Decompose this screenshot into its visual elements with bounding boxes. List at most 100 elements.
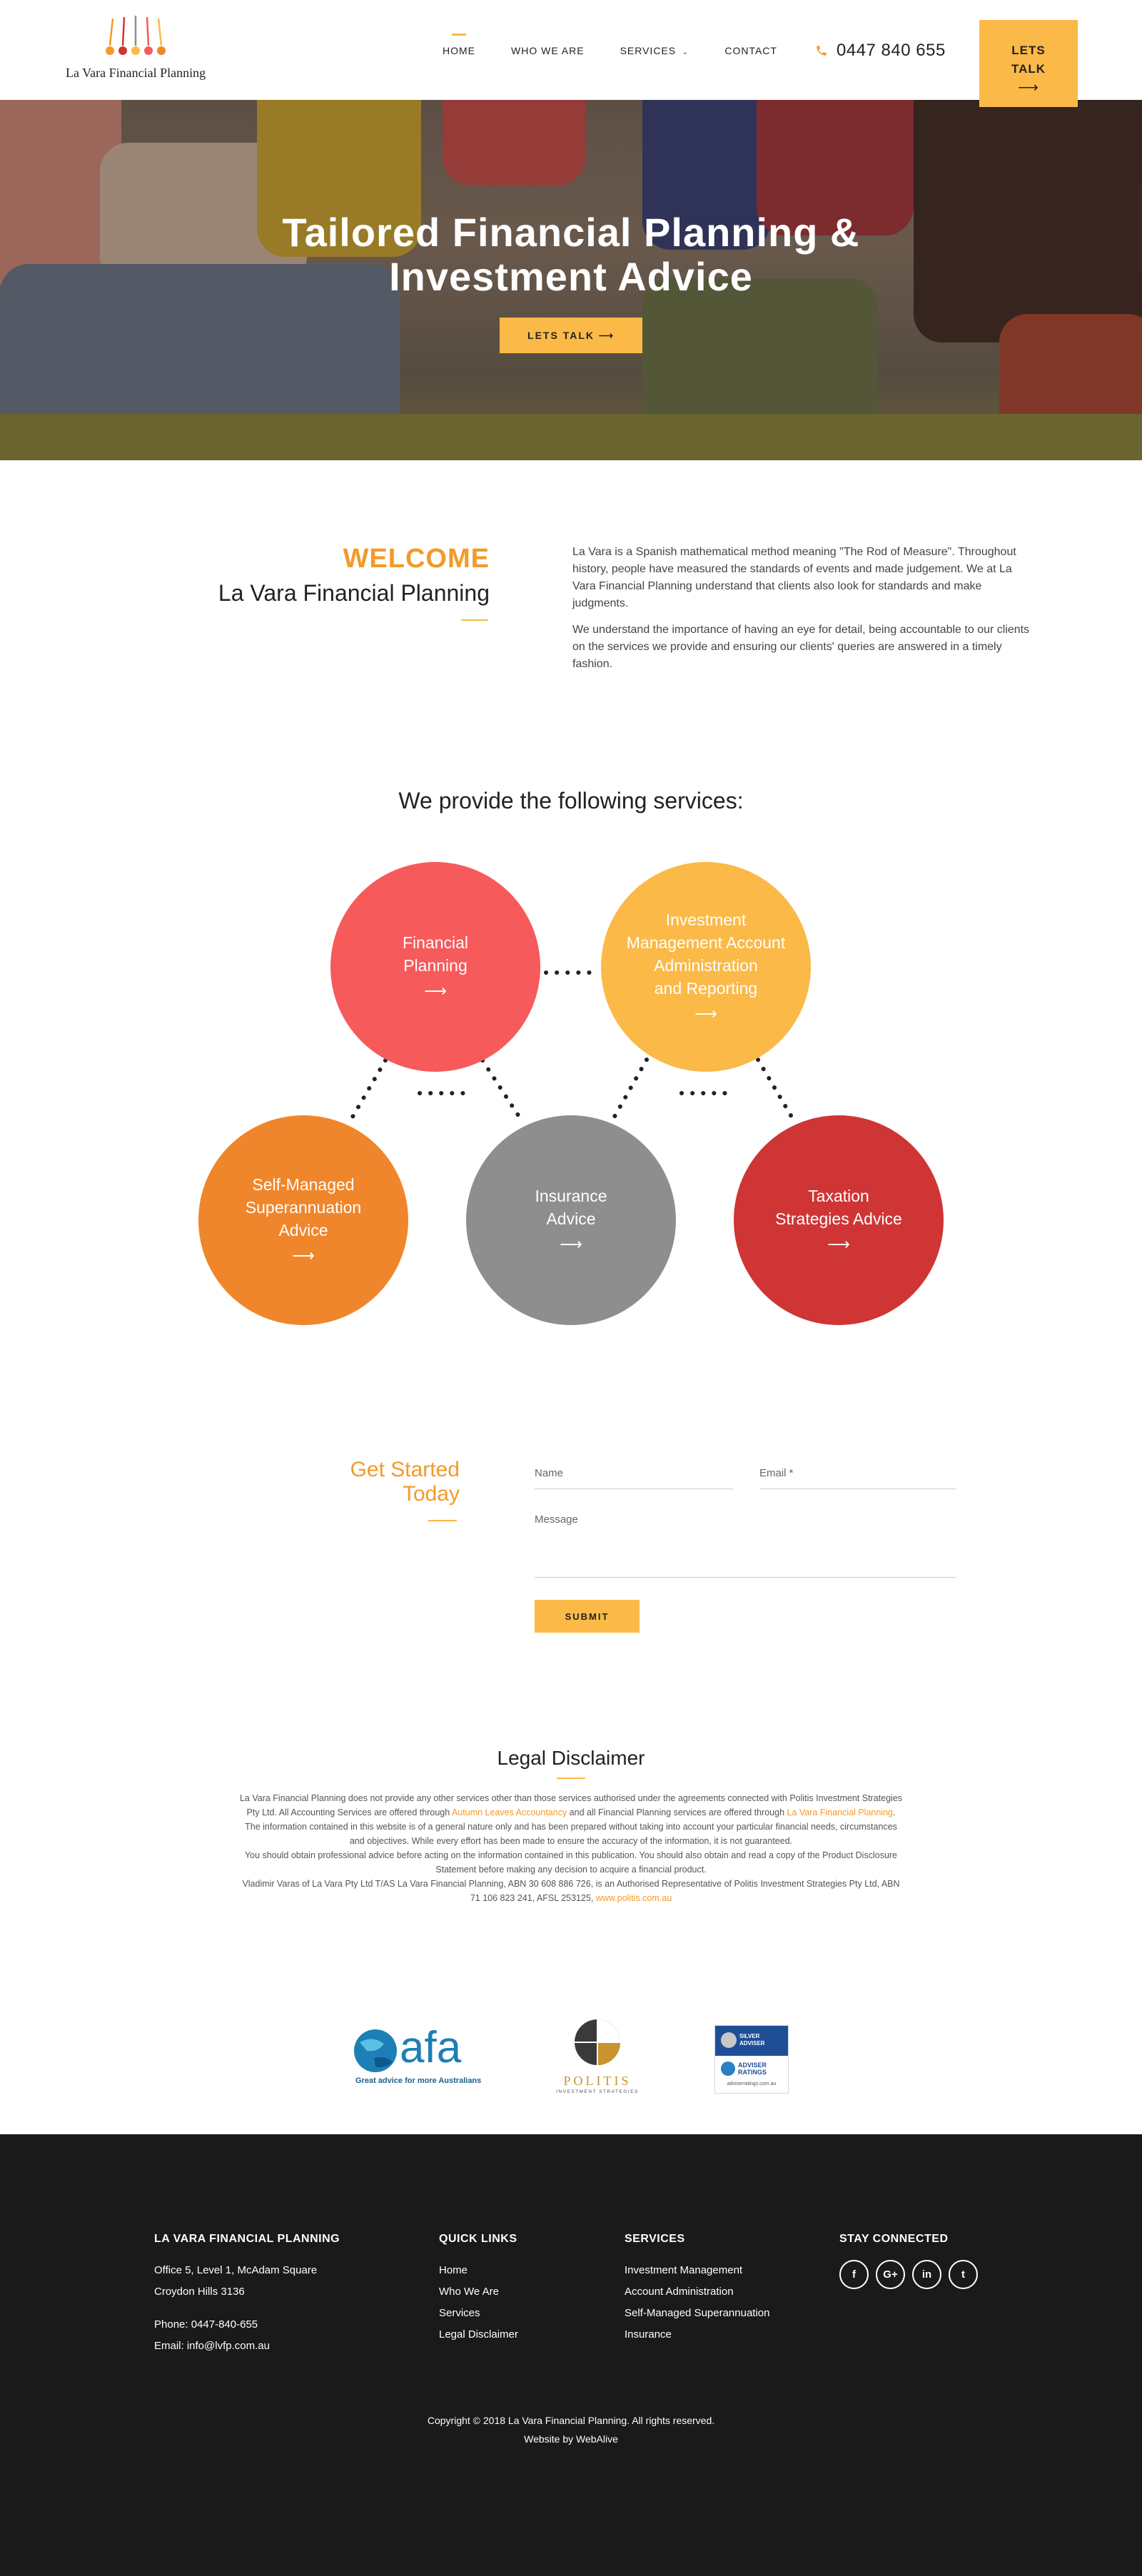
service-label: Investment Management Account Administra… [626,911,786,998]
welcome-divider [461,619,488,621]
legal-text-span: Pty Ltd. All Accounting Services are off… [246,1807,452,1817]
footer-services-heading: SERVICES [625,2233,685,2245]
footer-quick-links-heading: QUICK LINKS [439,2233,517,2245]
legal-line: Pty Ltd. All Accounting Services are off… [211,1805,931,1820]
arrow-right-icon: ⟶ [292,1247,315,1264]
legal-line: and objectives. While every effort has b… [349,1836,793,1846]
welcome-text: La Vara is a Spanish mathematical method… [572,544,1036,682]
legal-text-span: . [892,1807,896,1817]
adviser-ratings-icon [721,2062,735,2076]
site-footer: LA VARA FINANCIAL PLANNING Office 5, Lev… [0,2134,1142,2576]
phone-icon [817,46,827,56]
footer-quick-links: QUICK LINKS Home Who We Are Services Leg… [439,2233,518,2346]
adviser-ratings-url: adviserratings.com.au [727,2081,777,2086]
legal-title: Legal Disclaimer [497,1747,645,1769]
service-self-managed-super[interactable]: Self-Managed Superannuation Advice ⟶ [198,1115,408,1325]
la-vara-link[interactable]: La Vara Financial Planning [787,1807,893,1817]
politis-link[interactable]: www.politis.com.au [596,1893,672,1903]
welcome-paragraph-2: We understand the importance of having a… [572,624,1030,670]
welcome-paragraph-1: La Vara is a Spanish mathematical method… [572,546,1016,609]
footer-link-services[interactable]: Services [439,2303,518,2324]
arrow-right-icon: ⟶ [694,1005,717,1023]
silver-adviser-badge: SILVER ADVISER [715,2026,788,2056]
footer-link-home[interactable]: Home [439,2260,518,2281]
lets-talk-header-button[interactable]: LETS TALK ⟶ [979,20,1078,107]
arrow-right-icon: ⟶ [1018,80,1039,96]
legal-line: You should obtain professional advice be… [244,1850,898,1860]
cta-line1: LETS [1011,44,1046,57]
main-nav: HOME WHO WE ARE SERVICES ⌄ CONTACT [443,0,813,100]
footer-service-smsf[interactable]: Self-Managed Superannuation [625,2303,769,2324]
footer-copyright: Copyright © 2018 La Vara Financial Plann… [0,2411,1142,2448]
nav-home[interactable]: HOME [443,34,475,56]
footer-address-2: Croydon Hills 3136 [154,2286,245,2298]
afa-logo[interactable]: afa Great advice for more Australians [353,2023,482,2091]
linkedin-icon[interactable]: in [912,2260,941,2289]
hero-title-line1: Tailored Financial Planning & [282,210,860,255]
site-logo[interactable]: La Vara Financial Planning [66,16,216,83]
footer-link-who-we-are[interactable]: Who We Are [439,2281,518,2303]
header-phone-number: 0447 840 655 [837,41,946,60]
footer-link-legal[interactable]: Legal Disclaimer [439,2324,518,2346]
email-field[interactable] [759,1465,956,1489]
service-investment-management[interactable]: Investment Management Account Administra… [601,862,811,1072]
hero-title-line2: Investment Advice [389,254,753,299]
lets-talk-hero-button[interactable]: LETS TALK ⟶ [500,318,642,353]
legal-line: The information contained in this websit… [245,1822,897,1832]
autumn-leaves-link[interactable]: Autumn Leaves Accountancy [452,1807,567,1817]
message-field[interactable] [535,1513,956,1578]
name-field[interactable] [535,1465,733,1489]
nav-services[interactable]: SERVICES ⌄ [620,44,689,56]
service-label: Insurance Advice [535,1187,607,1228]
nav-who-we-are[interactable]: WHO WE ARE [511,44,585,56]
cta-line2: TALK [1011,62,1046,76]
footer-address-1: Office 5, Level 1, McAdam Square [154,2264,318,2276]
arrow-right-icon: ⟶ [424,982,447,1000]
hero-banner: Tailored Financial Planning & Investment… [0,100,1142,460]
footer-services: SERVICES Investment Management Account A… [625,2233,769,2346]
header-phone[interactable]: 0447 840 655 [815,41,946,61]
service-taxation-strategies[interactable]: Taxation Strategies Advice ⟶ [734,1115,944,1325]
welcome-title: WELCOME [343,544,490,574]
legal-line: Vladimir Varas of La Vara Pty Ltd T/AS L… [242,1879,900,1889]
welcome-subtitle: La Vara Financial Planning [218,580,490,606]
adviser-ratings-logo[interactable]: SILVER ADVISER ADVISER RATINGS adviserra… [714,2025,789,2094]
legal-line: La Vara Financial Planning does not prov… [239,1793,903,1803]
footer-social-heading: STAY CONNECTED [839,2233,949,2245]
footer-company-heading: LA VARA FINANCIAL PLANNING [154,2233,340,2245]
arrow-right-icon: ⟶ [827,1235,850,1253]
service-insurance-advice[interactable]: Insurance Advice ⟶ [466,1115,676,1325]
footer-phone[interactable]: Phone: 0447-840-655 [154,2314,340,2336]
politis-logo[interactable]: POLITIS INVESTMENT STRATEGIES [552,2018,642,2098]
logo-rods-icon [106,16,166,55]
google-plus-icon[interactable]: G+ [876,2260,905,2289]
facebook-icon[interactable]: f [839,2260,869,2289]
service-label: Taxation Strategies Advice [775,1187,902,1228]
submit-button[interactable]: SUBMIT [535,1600,640,1633]
twitter-icon[interactable]: t [949,2260,978,2289]
nav-contact[interactable]: CONTACT [724,44,777,56]
service-financial-planning[interactable]: Financial Planning ⟶ [330,862,540,1072]
legal-divider [557,1778,585,1779]
afa-tagline: Great advice for more Australians [355,2076,482,2085]
footer-social: STAY CONNECTED f G+ in t [839,2233,978,2289]
legal-text: La Vara Financial Planning does not prov… [211,1791,931,1905]
silver-adviser-label: SILVER ADVISER [739,2033,765,2047]
footer-service-account[interactable]: Account Administration [625,2281,769,2303]
website-credit[interactable]: Website by WebAlive [0,2430,1142,2448]
legal-text-span: 71 106 823 241, AFSL 253125, [470,1893,596,1903]
footer-email[interactable]: Email: info@lvfp.com.au [154,2336,340,2357]
get-started-line1: Get Started [350,1458,460,1481]
service-label: Financial Planning [402,933,469,975]
politis-sub: INVESTMENT STRATEGIES [556,2089,639,2094]
footer-service-investment[interactable]: Investment Management [625,2260,769,2281]
adviser-ratings-name: ADVISER RATINGS [738,2062,767,2076]
legal-line: 71 106 823 241, AFSL 253125, www.politis… [211,1891,931,1905]
service-label: Self-Managed Superannuation Advice [245,1175,362,1239]
politis-name: POLITIS [563,2074,632,2088]
get-started-title: Get Started Today [307,1458,460,1506]
legal-text-span: and all Financial Planning services are … [567,1807,787,1817]
afa-text: afa [400,2023,462,2072]
site-header: La Vara Financial Planning HOME WHO WE A… [0,0,1142,107]
footer-service-insurance[interactable]: Insurance [625,2324,769,2346]
